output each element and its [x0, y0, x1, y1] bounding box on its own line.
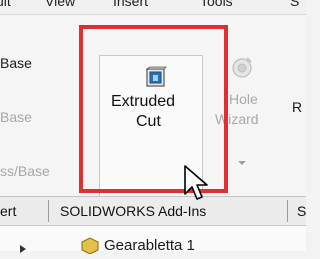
menu-item-edit[interactable]: ult [0, 0, 11, 9]
feature-tree: Gearabletta 1 [0, 226, 306, 255]
tab-divider [287, 200, 288, 222]
part-icon [80, 236, 100, 259]
menu-item-tools[interactable]: Tools [200, 0, 233, 9]
menu-item-more[interactable]: S [290, 0, 299, 9]
tab-next[interactable]: S [297, 203, 306, 219]
hole-wizard-icon [229, 55, 255, 86]
menu-bar: ult View Insert Tools S [0, 0, 306, 14]
mouse-cursor-icon [183, 164, 209, 207]
tab-divider [48, 200, 49, 222]
command-manager-ribbon: Base Base ss/Base Extruded Cut Hole Wiza… [0, 14, 306, 207]
tree-expand-arrow-icon[interactable] [18, 241, 28, 259]
extruded-cut-icon [145, 66, 167, 93]
extruded-cut-label-line1: Extruded [111, 93, 176, 110]
ribbon-right-fragment-label[interactable]: R [292, 99, 302, 115]
hole-wizard-label-line2[interactable]: Wizard [215, 111, 259, 127]
extruded-cut-label-line2: Cut [136, 113, 161, 130]
menu-item-view[interactable]: View [45, 0, 75, 9]
tree-item-label[interactable]: Gearabletta 1 [104, 237, 195, 254]
menu-item-insert[interactable]: Insert [113, 0, 148, 9]
extruded-boss-base-label[interactable]: Base [0, 55, 32, 71]
hole-wizard-label-line1[interactable]: Hole [229, 91, 258, 107]
command-manager-tabs: ert SOLIDWORKS Add-Ins S [0, 196, 306, 226]
chevron-down-icon[interactable] [237, 154, 247, 172]
tab-insert[interactable]: ert [0, 203, 16, 219]
revolved-boss-base-label[interactable]: Base [0, 109, 32, 125]
lofted-boss-base-label[interactable]: ss/Base [0, 163, 50, 179]
